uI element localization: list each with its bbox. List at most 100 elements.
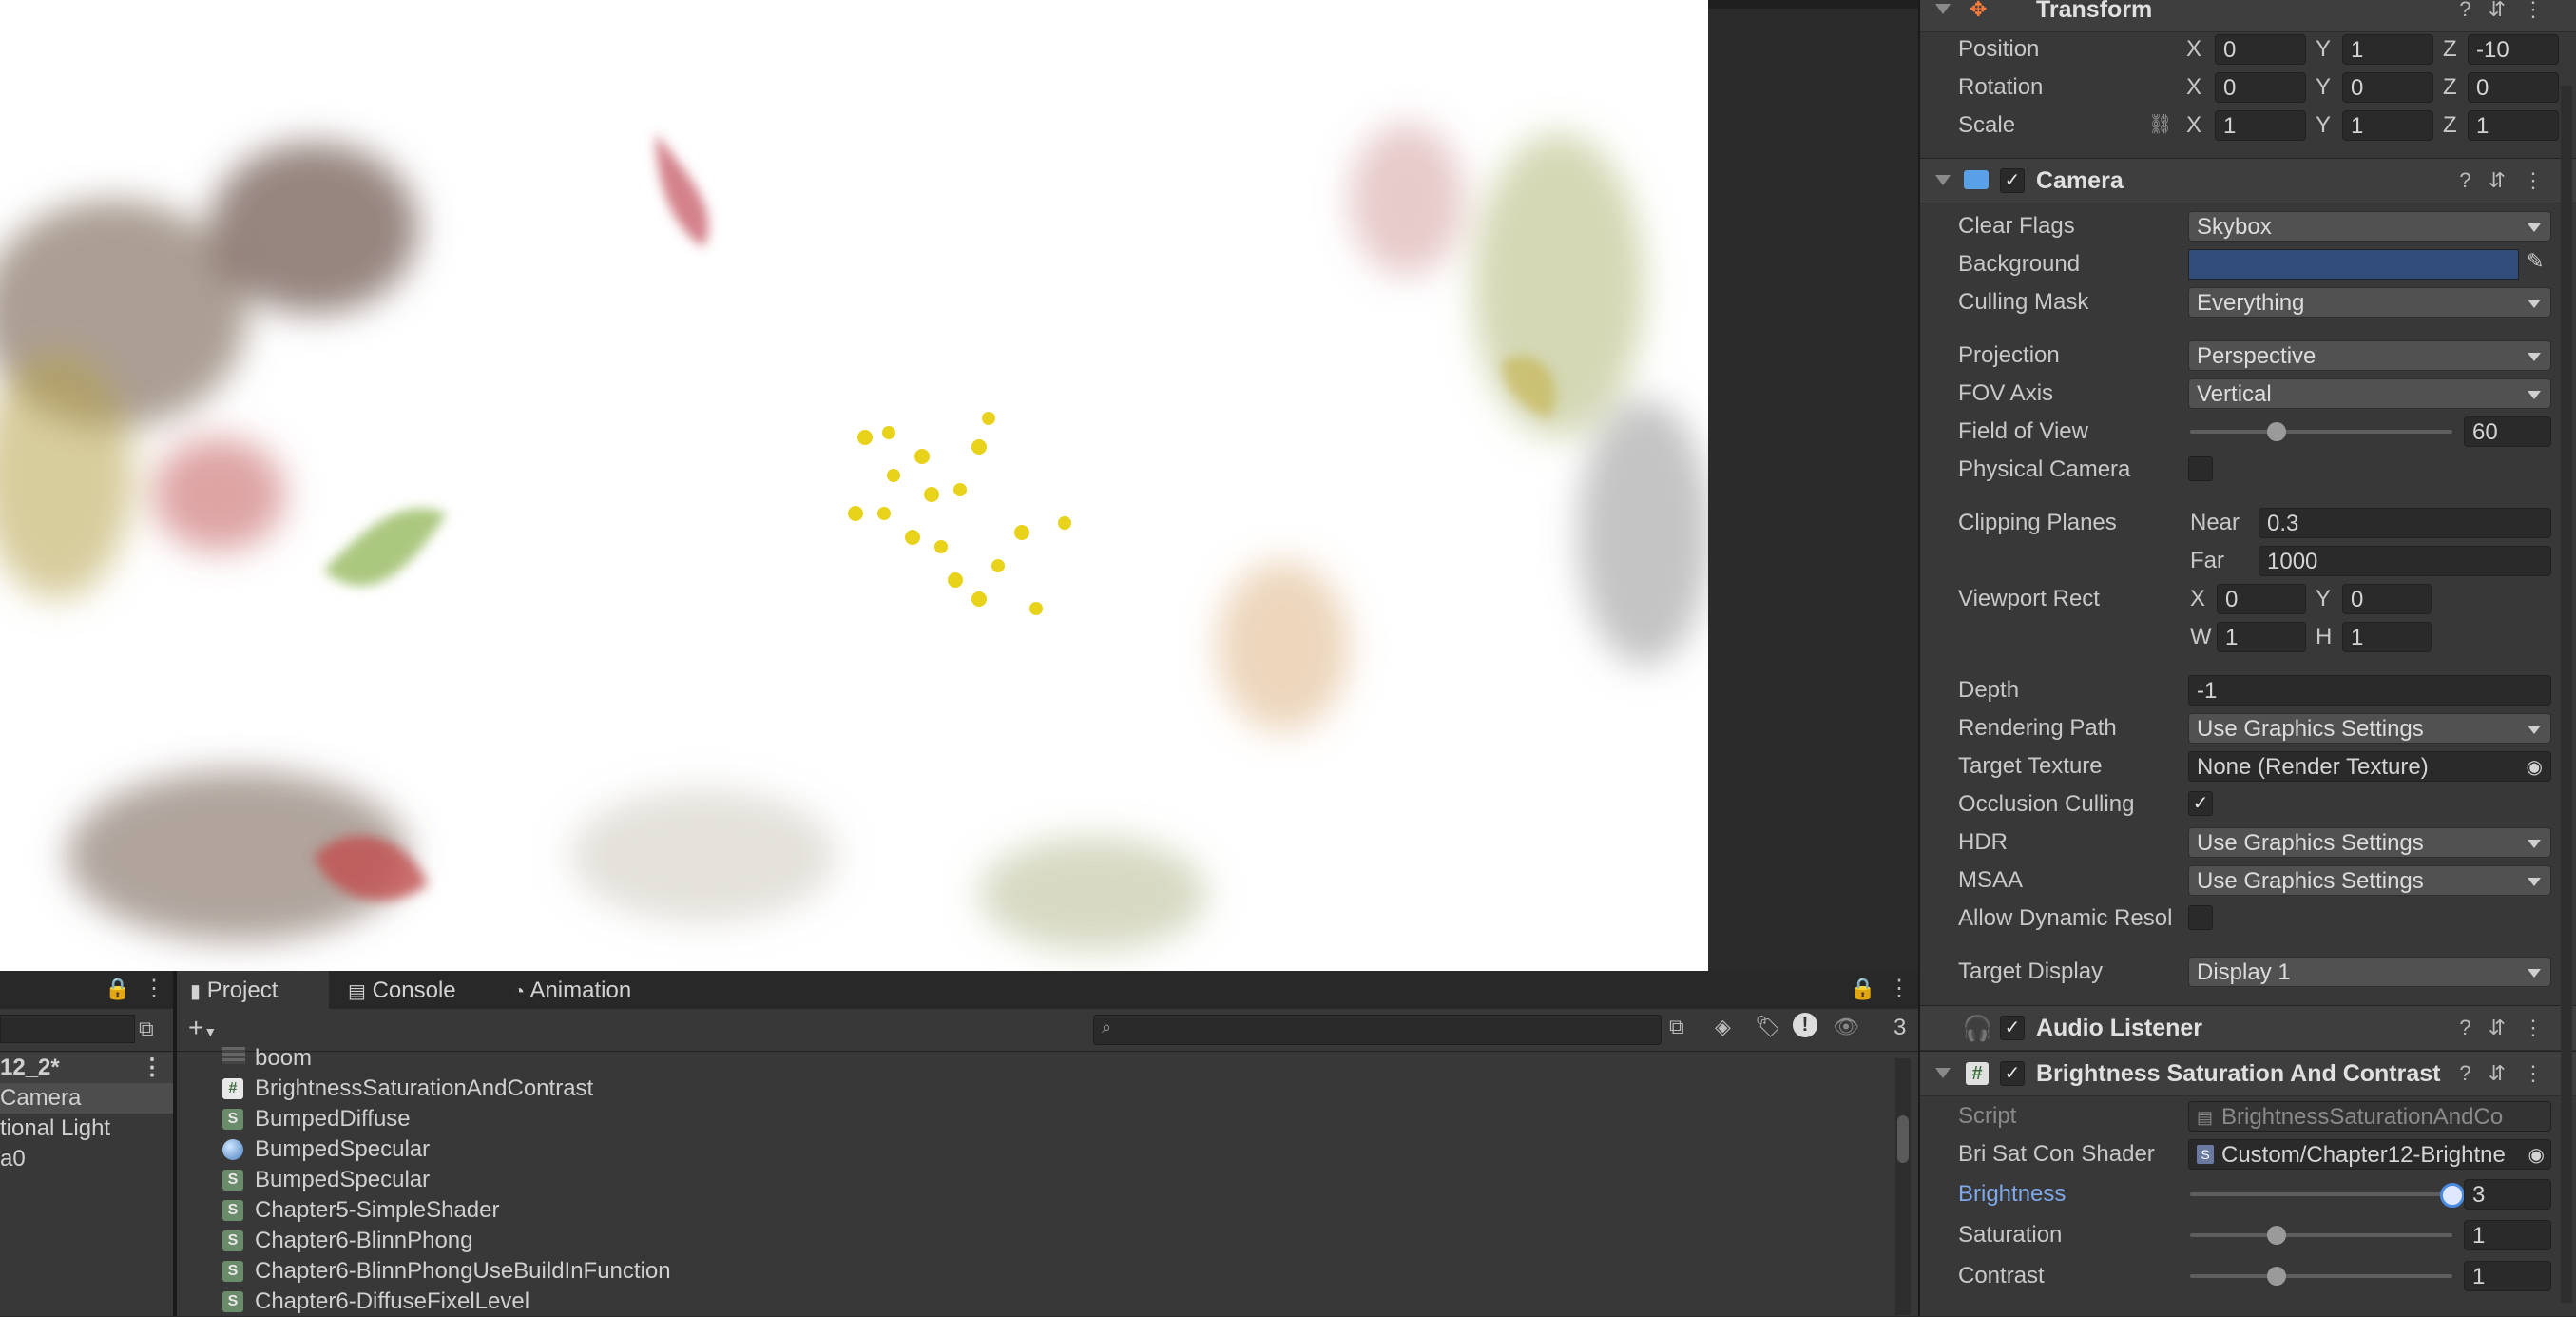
fold-arrow-icon[interactable]	[1935, 1068, 1951, 1078]
search-options-icon[interactable]: ⧉	[139, 1017, 154, 1041]
project-item-label: BumpedDiffuse	[255, 1106, 411, 1132]
culling-mask-dropdown[interactable]: Everything	[2188, 287, 2551, 318]
inspector-scrollbar[interactable]	[2561, 86, 2572, 1303]
constrain-link-icon[interactable]: ⛓	[2148, 112, 2172, 136]
audio-listener-header[interactable]: 🎧 ✓ Audio Listener ?⇵⋮	[1920, 1005, 2576, 1051]
background-color-swatch[interactable]	[2188, 249, 2519, 280]
tab-console[interactable]: ▤ Console	[348, 971, 456, 1009]
transform-title: Transform	[2036, 0, 2153, 23]
rendering-path-dropdown[interactable]: Use Graphics Settings	[2188, 713, 2551, 744]
hierarchy-search-input[interactable]	[0, 1015, 135, 1043]
target-texture-field[interactable]: None (Render Texture) ◉	[2188, 751, 2551, 782]
axis-y-label: Y	[2316, 36, 2332, 62]
audio-listener-enabled-checkbox[interactable]: ✓	[2000, 1016, 2025, 1040]
near-field[interactable]: 0.3	[2259, 508, 2551, 538]
rotation-x-field[interactable]: 0	[2215, 72, 2306, 103]
fov-slider-knob[interactable]	[2267, 422, 2287, 441]
fold-arrow-icon[interactable]	[1935, 175, 1951, 185]
project-search-input[interactable]: ⌕	[1093, 1015, 1662, 1045]
contrast-slider-track[interactable]	[2190, 1274, 2452, 1278]
project-item-label: boom	[255, 1045, 313, 1071]
kebab-menu-icon[interactable]: ⋮	[143, 975, 165, 1002]
fold-arrow-icon[interactable]	[1935, 4, 1951, 14]
csharp-icon: #	[222, 1078, 243, 1099]
tab-project[interactable]: ▮ Project	[190, 971, 278, 1009]
chevron-down-icon	[2528, 391, 2541, 399]
viewport-x-field[interactable]: 0	[2217, 584, 2306, 614]
lock-icon[interactable]: 🔒	[1850, 977, 1875, 1001]
viewport-rect-label: Viewport Rect	[1958, 586, 2100, 611]
object-picker-icon[interactable]: ◉	[2527, 752, 2543, 781]
depth-field[interactable]: -1	[2188, 675, 2551, 706]
component-header-icons[interactable]: ?⇵⋮	[2459, 1061, 2561, 1086]
brightness-slider-knob[interactable]	[2440, 1183, 2465, 1208]
fov-slider-track[interactable]	[2190, 430, 2452, 434]
msaa-dropdown[interactable]: Use Graphics Settings	[2188, 865, 2551, 896]
physical-camera-checkbox[interactable]	[2188, 456, 2213, 481]
saturation-field[interactable]: 1	[2464, 1220, 2551, 1250]
game-view[interactable]	[0, 0, 1708, 971]
position-y-field[interactable]: 1	[2342, 34, 2433, 65]
add-create-button[interactable]: +▼	[188, 1013, 217, 1043]
hidden-packages-eye-icon[interactable]: 👁	[1833, 1015, 1859, 1039]
viewport-w-field[interactable]: 1	[2217, 622, 2306, 652]
kebab-menu-icon[interactable]: ⋮	[141, 1053, 163, 1083]
transform-icon: ✥	[1970, 0, 1988, 21]
axis-y-label: Y	[2316, 74, 2332, 100]
hidden-packages-count: 3	[1894, 1015, 1907, 1040]
camera-header[interactable]: ✓ Camera ?⇵⋮	[1920, 158, 2576, 203]
component-header-icons[interactable]: ?⇵⋮	[2459, 168, 2561, 193]
search-in-folder-icon[interactable]: ⧉	[1669, 1015, 1684, 1039]
projection-dropdown[interactable]: Perspective	[2188, 340, 2551, 371]
brightness-slider-track[interactable]	[2190, 1192, 2452, 1196]
hdr-label: HDR	[1958, 829, 2008, 855]
scene-row[interactable]: 12_2* ⋮	[0, 1053, 173, 1083]
lock-icon[interactable]: 🔒	[105, 977, 130, 1001]
scrollbar-thumb[interactable]	[1897, 1115, 1909, 1163]
viewport-y-field[interactable]: 0	[2342, 584, 2432, 614]
hierarchy-item-a0[interactable]: a0	[0, 1144, 173, 1174]
shader-icon: S	[222, 1200, 243, 1221]
shader-field[interactable]: S Custom/Chapter12-Brightne ◉	[2188, 1139, 2551, 1170]
viewport-h-field[interactable]: 1	[2342, 622, 2432, 652]
scale-y-field[interactable]: 1	[2342, 110, 2433, 141]
allow-dynamic-checkbox[interactable]	[2188, 905, 2213, 930]
project-scrollbar[interactable]	[1895, 1058, 1911, 1315]
fov-axis-dropdown[interactable]: Vertical	[2188, 378, 2551, 409]
rotation-y-field[interactable]: 0	[2342, 72, 2433, 103]
component-header-icons[interactable]: ?⇵⋮	[2459, 1016, 2561, 1040]
rotation-z-field[interactable]: 0	[2468, 72, 2559, 103]
clear-flags-dropdown[interactable]: Skybox	[2188, 211, 2551, 242]
camera-enabled-checkbox[interactable]: ✓	[2000, 168, 2025, 193]
eyedropper-icon[interactable]: ✎	[2527, 249, 2544, 274]
target-texture-value: None (Render Texture)	[2197, 754, 2429, 780]
allow-dynamic-label: Allow Dynamic Resol	[1958, 905, 2173, 931]
tab-animation[interactable]: ◔ Animation	[513, 971, 631, 1009]
scale-x-field[interactable]: 1	[2215, 110, 2306, 141]
scale-z-field[interactable]: 1	[2468, 110, 2559, 141]
saturation-slider-knob[interactable]	[2267, 1226, 2287, 1245]
contrast-field[interactable]: 1	[2464, 1261, 2551, 1291]
bsc-header[interactable]: # ✓ Brightness Saturation And Contrast ?…	[1920, 1051, 2576, 1096]
contrast-slider-knob[interactable]	[2267, 1267, 2287, 1286]
brightness-field[interactable]: 3	[2464, 1179, 2551, 1210]
far-field[interactable]: 1000	[2259, 546, 2551, 576]
filter-by-type-icon[interactable]: ◈	[1715, 1015, 1731, 1039]
position-z-field[interactable]: -10	[2468, 34, 2559, 65]
filter-by-label-icon[interactable]: 🏷	[1755, 1015, 1781, 1039]
kebab-menu-icon[interactable]: ⋮	[1888, 975, 1911, 1002]
hierarchy-item-camera[interactable]: Camera	[0, 1083, 173, 1114]
bsc-enabled-checkbox[interactable]: ✓	[2000, 1061, 2025, 1086]
warning-filter-icon[interactable]: !	[1793, 1013, 1817, 1037]
component-header-icons[interactable]: ?⇵⋮	[2459, 0, 2561, 22]
target-display-dropdown[interactable]: Display 1	[2188, 957, 2551, 987]
hierarchy-item-light[interactable]: tional Light	[0, 1114, 173, 1144]
saturation-slider-track[interactable]	[2190, 1233, 2452, 1237]
position-x-field[interactable]: 0	[2215, 34, 2306, 65]
object-picker-icon[interactable]: ◉	[2528, 1140, 2545, 1169]
transform-header[interactable]: ✥ Transform ?⇵⋮	[1920, 0, 2576, 32]
tab-project-label: Project	[206, 978, 279, 1003]
hdr-dropdown[interactable]: Use Graphics Settings	[2188, 827, 2551, 858]
occlusion-culling-checkbox[interactable]: ✓	[2188, 791, 2213, 816]
fov-field[interactable]: 60	[2464, 416, 2551, 447]
